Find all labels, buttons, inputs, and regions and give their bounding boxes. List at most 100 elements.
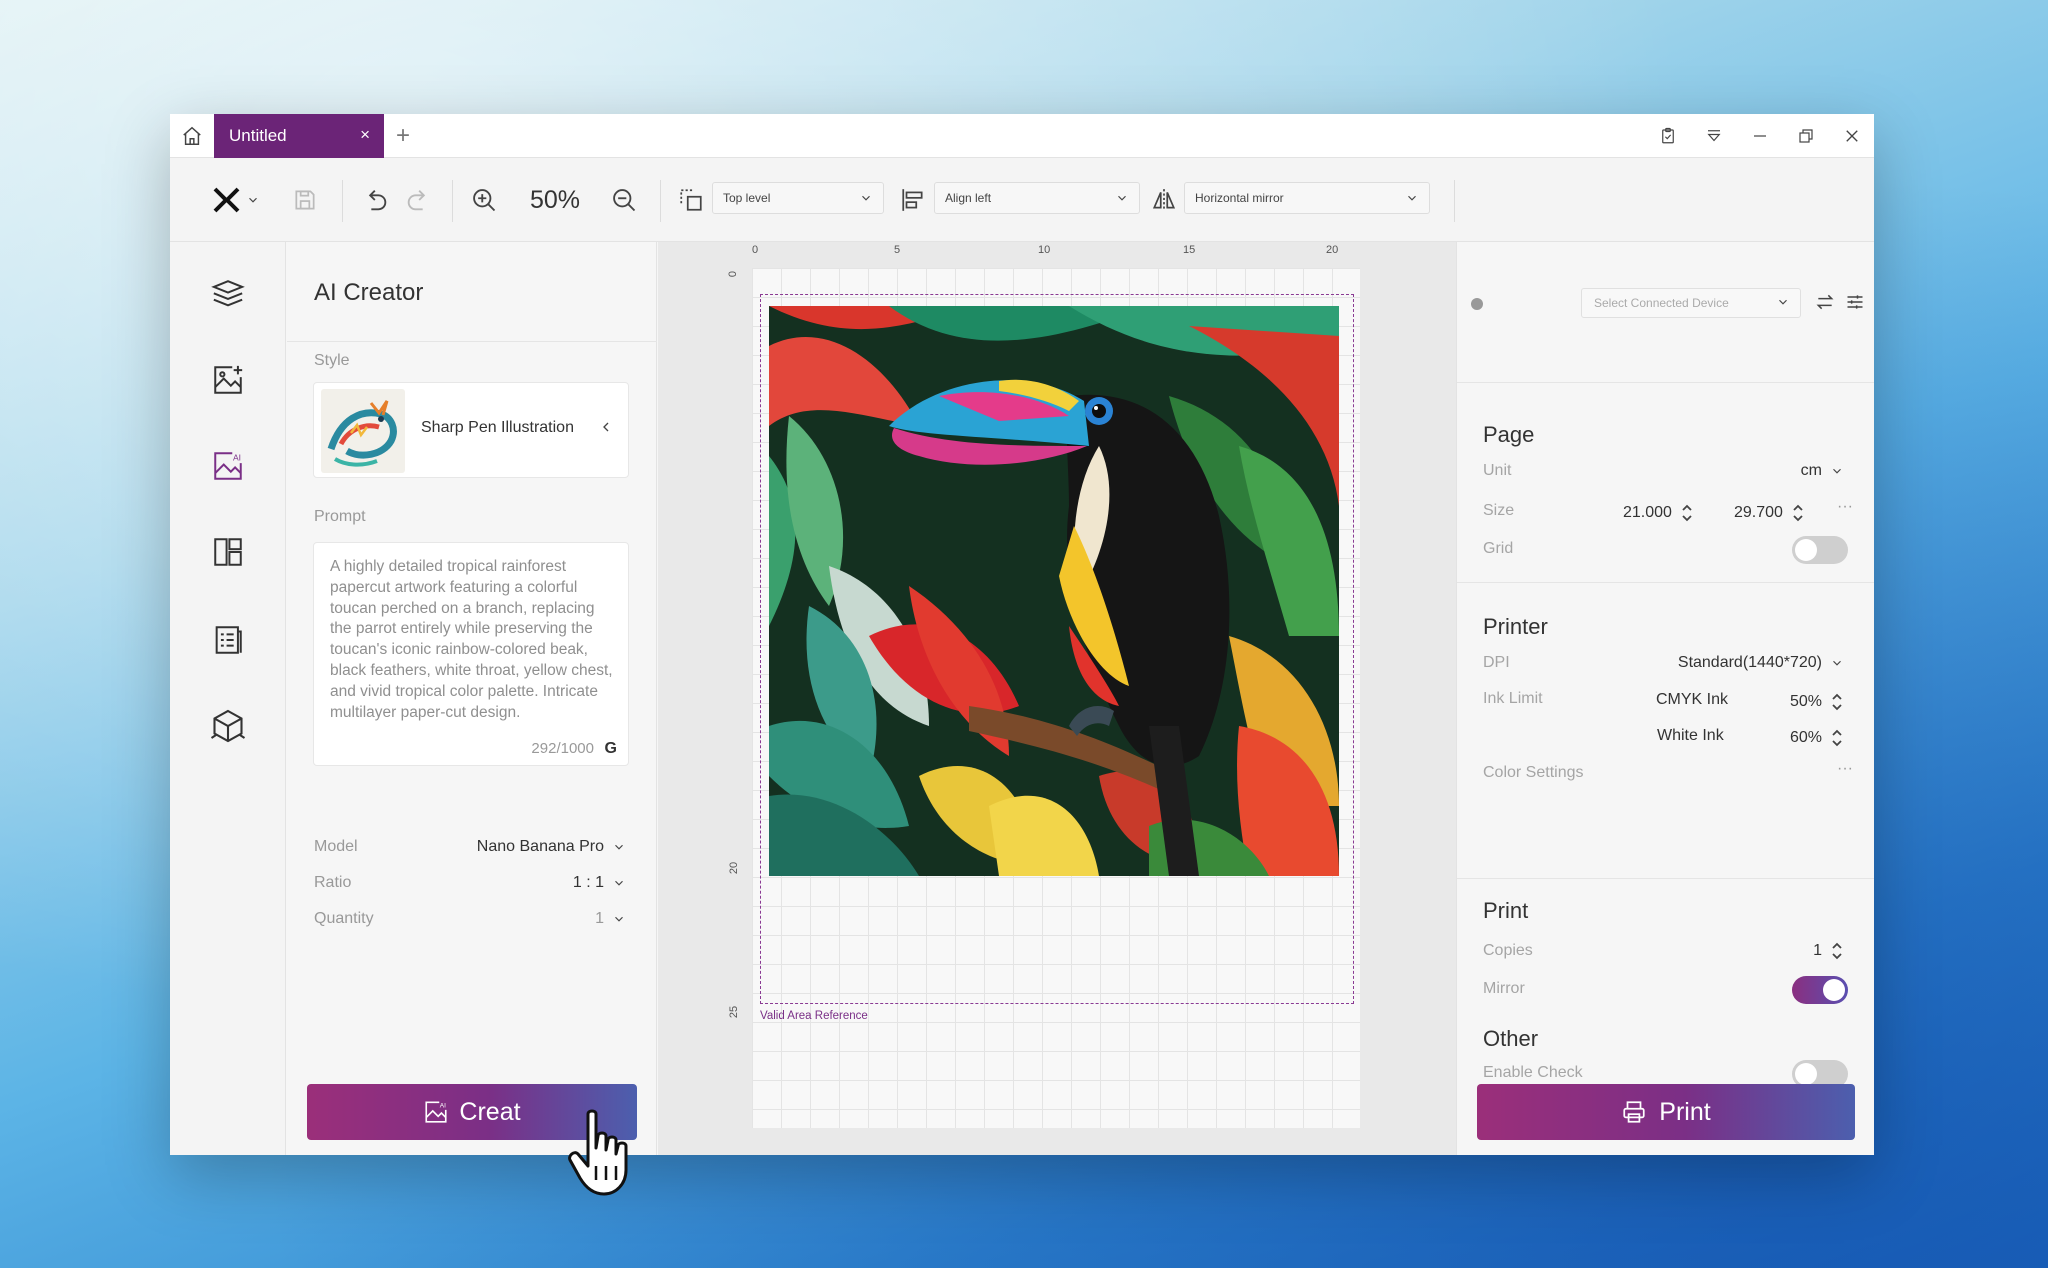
quantity-value: 1 [595, 910, 604, 927]
undo-icon [368, 190, 387, 211]
sliders-icon [1847, 295, 1863, 309]
layer-level-dropdown[interactable]: Top level [712, 182, 884, 214]
minimize-icon[interactable] [1748, 124, 1772, 148]
ruler-tick: 5 [894, 244, 901, 256]
chevron-down-icon [1833, 660, 1841, 666]
svg-text:AI: AI [233, 452, 241, 462]
layout-icon [214, 538, 242, 566]
swap-icon [1816, 294, 1834, 310]
clipboard-check-icon[interactable] [1656, 124, 1680, 148]
style-selector[interactable]: Sharp Pen Illustration [313, 382, 629, 478]
hand-cursor-icon [568, 1109, 628, 1196]
printer-icon [1623, 1101, 1645, 1123]
grid-toggle[interactable] [1792, 536, 1848, 564]
unit-value: cm [1800, 462, 1822, 479]
settings-sliders-button[interactable] [1843, 290, 1867, 314]
copies-label: Copies [1483, 942, 1533, 959]
canvas-area[interactable]: 0 5 10 15 20 0 20 25 Valid Area Referenc… [658, 242, 1456, 1155]
chevron-down-icon [615, 916, 623, 922]
ratio-label: Ratio [314, 874, 352, 891]
app-logo-menu[interactable] [212, 158, 260, 242]
style-label: Style [314, 352, 350, 369]
mirror-dropdown[interactable]: Horizontal mirror [1184, 182, 1430, 214]
ratio-value: 1 : 1 [572, 874, 604, 891]
ruler-top: 0 5 10 15 20 [752, 244, 1338, 264]
create-button-label: Creat [459, 1097, 521, 1126]
width-stepper[interactable]: 21.000 [1623, 502, 1694, 524]
ratio-dropdown[interactable]: 1 : 1 [573, 874, 626, 892]
rail-documents[interactable] [210, 622, 246, 658]
copies-stepper[interactable]: 1 [1813, 940, 1844, 962]
height-stepper[interactable]: 29.700 [1734, 502, 1805, 524]
ruler-tick: 20 [728, 861, 741, 875]
white-ink-value: 60% [1789, 729, 1822, 746]
zoom-in-button[interactable] [470, 158, 498, 242]
print-settings-panel: Select Connected Device Page Unit cm Siz… [1456, 242, 1874, 1155]
ai-image-icon: AI [425, 1101, 447, 1123]
dropdown-menu-icon[interactable] [1702, 124, 1726, 148]
add-tab-icon[interactable]: + [396, 122, 410, 150]
device-status-dot [1471, 298, 1483, 310]
mirror-toggle[interactable] [1792, 976, 1848, 1004]
prompt-label: Prompt [314, 508, 366, 525]
rail-3d[interactable] [210, 708, 246, 744]
rail-add-image[interactable] [210, 362, 246, 398]
title-bar: Untitled × + [170, 114, 1874, 158]
ruler-tick: 0 [752, 244, 759, 256]
print-button[interactable]: Print [1477, 1084, 1855, 1140]
quantity-dropdown[interactable]: 1 [595, 910, 626, 928]
cube-icon [210, 709, 246, 743]
model-dropdown[interactable]: Nano Banana Pro [477, 838, 626, 856]
layer-order-button[interactable] [678, 158, 704, 242]
ruler-tick: 15 [1183, 244, 1196, 256]
layer-order-icon [680, 189, 702, 211]
rail-layers[interactable] [210, 276, 246, 312]
ruler-left: 0 20 25 [727, 268, 748, 1018]
printer-section-title: Printer [1483, 614, 1548, 639]
stepper-arrows-icon [1682, 504, 1692, 522]
print-button-label: Print [1659, 1097, 1711, 1126]
prompt-textarea[interactable]: A highly detailed tropical rainforest pa… [313, 542, 629, 766]
home-icon [183, 126, 201, 145]
unit-dropdown[interactable]: cm [1801, 462, 1844, 480]
tab-untitled[interactable]: Untitled × [214, 114, 384, 158]
device-select[interactable]: Select Connected Device [1581, 288, 1801, 318]
save-button[interactable] [292, 158, 318, 242]
panel-title: AI Creator [314, 279, 424, 306]
size-more-button[interactable]: ··· [1837, 498, 1853, 516]
cmyk-ink-label: CMYK Ink [1656, 691, 1729, 708]
undo-button[interactable] [362, 158, 390, 242]
mirror-button[interactable] [1150, 158, 1178, 242]
layers-icon [211, 280, 245, 307]
height-value: 29.700 [1734, 504, 1783, 521]
unit-label: Unit [1483, 462, 1512, 479]
rail-layout[interactable] [210, 534, 246, 570]
close-icon[interactable] [1840, 124, 1864, 148]
chevron-down-icon [862, 195, 870, 201]
align-dropdown[interactable]: Align left [934, 182, 1140, 214]
tab-close-icon[interactable]: × [360, 125, 370, 145]
dpi-dropdown[interactable]: Standard(1440*720) [1678, 654, 1844, 672]
chevron-down-icon [1833, 468, 1841, 474]
mirror-label: Mirror [1483, 980, 1525, 997]
g-icon[interactable]: G [605, 740, 617, 758]
home-button[interactable] [170, 114, 214, 158]
ruler-tick: 20 [1326, 244, 1339, 256]
swap-button[interactable] [1813, 290, 1837, 314]
redo-button[interactable] [404, 158, 432, 242]
zoom-out-icon [613, 189, 636, 212]
document-list-icon [215, 626, 242, 654]
restore-icon[interactable] [1794, 124, 1818, 148]
rail-ai-creator[interactable]: AI [210, 448, 246, 484]
zoom-out-button[interactable] [610, 158, 638, 242]
align-button[interactable] [900, 158, 926, 242]
color-settings-more[interactable]: ··· [1837, 760, 1853, 778]
toolbar: 50% Top level Align left Horizontal mirr… [170, 158, 1874, 242]
other-section-title: Other [1483, 1026, 1539, 1051]
svg-text:AI: AI [440, 1103, 446, 1110]
white-ink-stepper[interactable]: 60% [1790, 727, 1844, 749]
cmyk-ink-stepper[interactable]: 50% [1790, 691, 1844, 713]
white-ink-label: White Ink [1657, 727, 1724, 744]
left-icon-rail: AI [170, 242, 286, 1155]
prompt-text[interactable]: A highly detailed tropical rainforest pa… [330, 557, 620, 723]
